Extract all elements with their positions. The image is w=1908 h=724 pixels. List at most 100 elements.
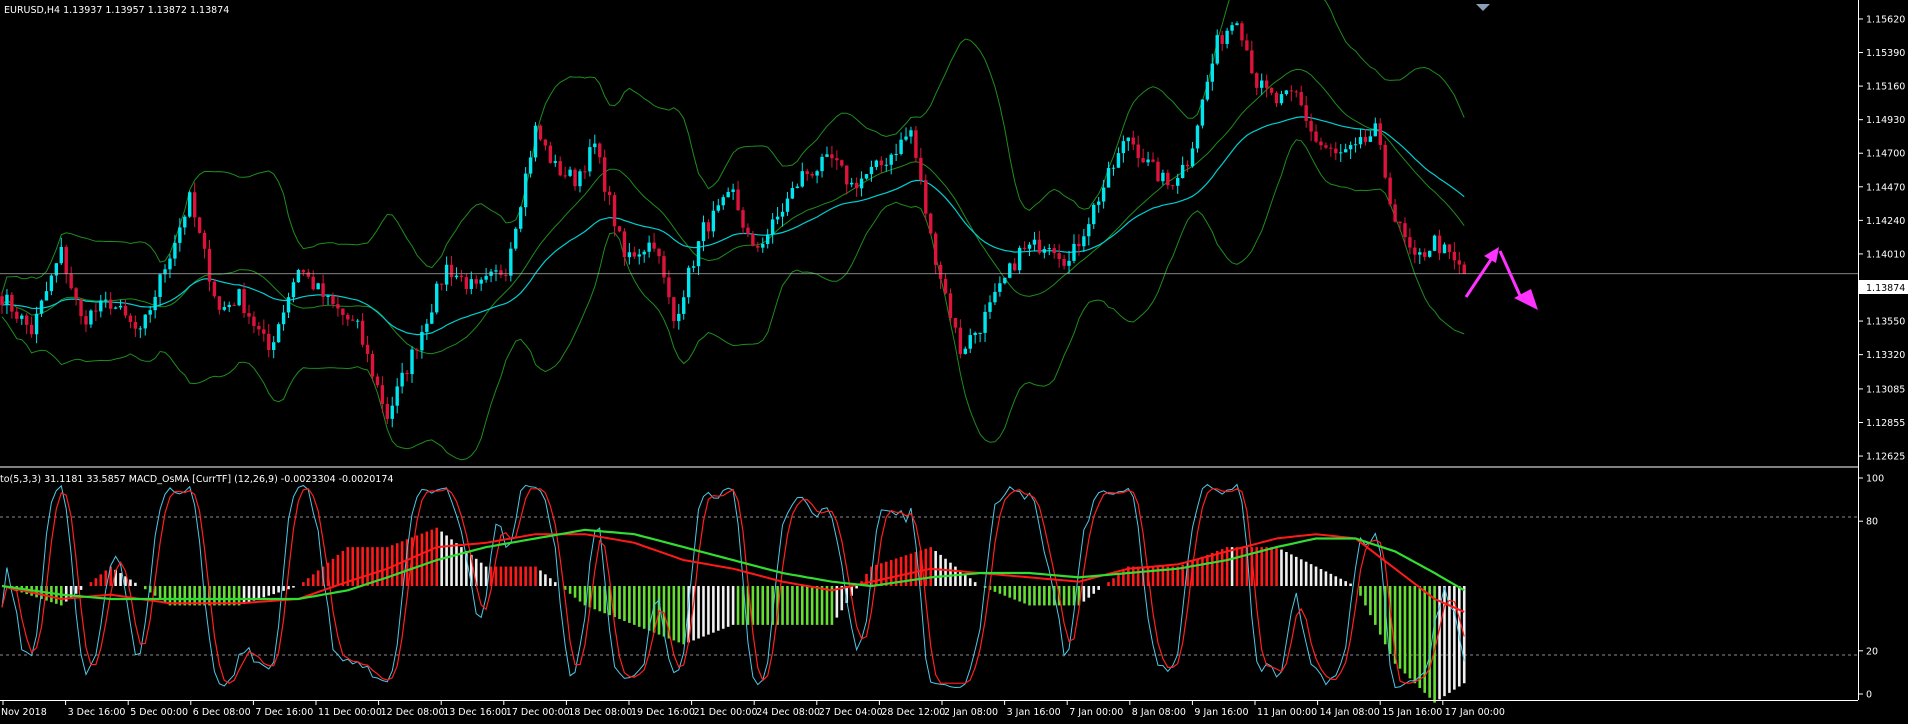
time-label: 9 Jan 16:00 <box>1194 707 1248 718</box>
candle-body <box>1195 125 1200 149</box>
candle-body <box>1027 244 1032 249</box>
candle-body <box>321 283 325 297</box>
time-label: 21 Dec 00:00 <box>694 707 758 718</box>
candle-body <box>548 145 553 163</box>
candle-body <box>1185 164 1190 167</box>
candle-body <box>1042 249 1047 253</box>
indicator-info: to(5,3,3) 31.1181 33.5857 MACD_OsMA [Cur… <box>0 474 393 485</box>
candle-body <box>1324 145 1328 148</box>
candle-body <box>677 313 681 322</box>
candle-body <box>444 264 449 285</box>
candle-body <box>662 256 666 278</box>
candle-body <box>1462 264 1466 274</box>
candle-body <box>1008 263 1012 278</box>
candle-body <box>553 161 557 163</box>
candle-body <box>815 171 819 176</box>
candle-body <box>978 332 982 334</box>
candle-body <box>360 320 365 345</box>
time-label: 2 Jan 08:00 <box>944 707 998 718</box>
candle-body <box>178 227 182 243</box>
candle-body <box>1269 87 1274 93</box>
candle-body <box>286 297 291 313</box>
candle-body <box>1423 252 1427 257</box>
candle-body <box>795 186 800 189</box>
candle-body <box>355 320 360 322</box>
candle-body <box>59 246 63 264</box>
candle-body <box>1319 141 1323 146</box>
price-tick-label: 1.14010 <box>1866 249 1905 260</box>
candle-body <box>1180 164 1185 179</box>
candle-body <box>785 198 790 212</box>
trading-chart[interactable]: EURUSD,H4 1.13937 1.13957 1.13872 1.1387… <box>0 0 1908 724</box>
candle-body <box>257 325 261 330</box>
candle-body <box>49 275 54 292</box>
indicator-tick-label: 0 <box>1866 690 1872 701</box>
candle-body <box>983 311 987 333</box>
candle-body <box>69 273 73 289</box>
candle-body <box>183 216 187 228</box>
candle-body <box>612 195 617 227</box>
candle-body <box>1225 30 1229 44</box>
candle-body <box>800 171 804 187</box>
candle-body <box>968 335 972 349</box>
candle-body <box>346 314 350 320</box>
time-label: 17 Dec 00:00 <box>506 707 570 718</box>
candle-body <box>252 316 256 326</box>
candle-body <box>400 372 404 387</box>
time-label: 17 Jan 00:00 <box>1445 707 1505 718</box>
candle-body <box>84 316 88 325</box>
candle-body <box>479 279 483 284</box>
candle-body <box>756 245 760 248</box>
candle-body <box>20 315 24 319</box>
candle-body <box>770 219 775 235</box>
candle-body <box>682 297 686 314</box>
candle-body <box>726 191 730 198</box>
candle-body <box>296 269 301 283</box>
candle-body <box>558 161 562 176</box>
candle-body <box>602 157 607 192</box>
candle-body <box>336 304 340 309</box>
candle-body <box>148 310 152 315</box>
candle-body <box>993 291 997 303</box>
candle-body <box>449 264 454 278</box>
candle-body <box>1230 25 1234 31</box>
candle-body <box>469 279 473 289</box>
candle-body <box>1363 137 1368 142</box>
candle-body <box>721 197 725 206</box>
candle-body <box>622 231 627 258</box>
candle-body <box>830 154 834 159</box>
price-tick-label: 1.14930 <box>1866 115 1905 126</box>
candle-body <box>29 324 34 335</box>
candle-body <box>454 275 459 278</box>
candle-body <box>1072 243 1076 261</box>
candle-body <box>1289 90 1294 92</box>
candle-body <box>538 125 543 140</box>
candle-body <box>1116 153 1121 168</box>
candle-body <box>958 327 963 354</box>
candle-body <box>647 242 651 252</box>
candle-body <box>168 258 172 270</box>
candle-body <box>904 136 908 140</box>
price-tick-label: 1.14470 <box>1866 182 1905 193</box>
candle-body <box>1156 161 1160 182</box>
candle-body <box>706 222 711 232</box>
candle-body <box>519 207 523 229</box>
candle-body <box>1373 123 1378 137</box>
candle-body <box>1314 131 1318 142</box>
candle-body <box>138 328 143 330</box>
candle-body <box>593 143 597 148</box>
candle-body <box>1111 167 1116 169</box>
candle-body <box>262 329 266 334</box>
candle-body <box>1437 235 1442 254</box>
candle-body <box>420 331 424 351</box>
candle-body <box>578 171 582 187</box>
candle-body <box>1413 247 1417 255</box>
time-label: 11 Dec 00:00 <box>318 707 382 718</box>
candle-body <box>943 278 948 294</box>
candle-body <box>543 139 548 146</box>
candle-body <box>1432 235 1437 251</box>
candle-body <box>672 297 676 322</box>
indicator-tick-label: 100 <box>1866 474 1884 485</box>
candle-body <box>929 213 933 234</box>
time-label: 15 Jan 16:00 <box>1382 707 1442 718</box>
